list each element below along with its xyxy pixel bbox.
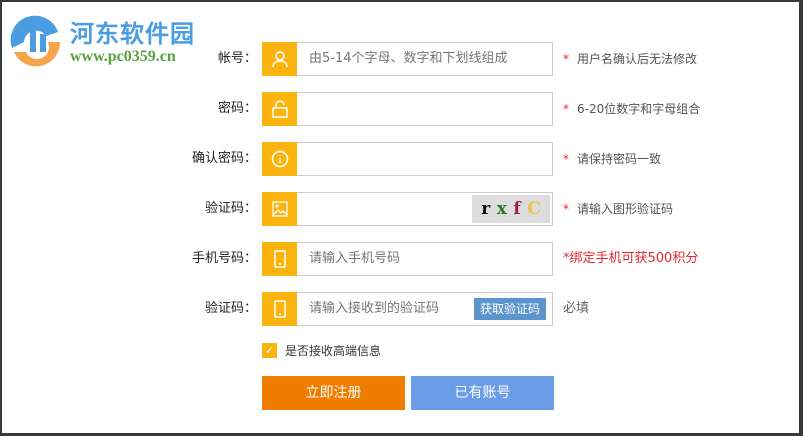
captcha-hint: * 请输入图形验证码 (563, 192, 673, 226)
captcha-char: f (513, 199, 521, 219)
hint-text: 请保持密码一致 (577, 152, 662, 166)
confirm-password-label: 确认密码： (191, 151, 257, 166)
password-field[interactable] (262, 92, 553, 126)
phone-hint: *绑定手机可获500积分 (563, 251, 699, 266)
username-field[interactable] (262, 42, 553, 76)
captcha-char: C (527, 199, 541, 219)
confirm-password-input[interactable] (309, 143, 469, 175)
hint-text: 6-20位数字和字母组合 (577, 102, 701, 116)
sms-code-row: 验证码： 获取验证码 必填 (0, 292, 800, 326)
sms-code-label: 验证码： (204, 301, 257, 316)
user-icon (262, 42, 297, 76)
checkbox-label: 是否接收高端信息 (285, 344, 382, 358)
password-label: 密码： (217, 101, 257, 116)
get-code-button[interactable]: 获取验证码 (474, 298, 546, 320)
phone-label: 手机号码： (191, 251, 257, 266)
confirm-password-hint: * 请保持密码一致 (563, 142, 661, 176)
phone-row: 手机号码： *绑定手机可获500积分 (0, 242, 800, 276)
username-input[interactable] (309, 43, 539, 75)
required-star: * (563, 202, 569, 216)
captcha-image[interactable]: r x f C (472, 195, 550, 223)
sms-code-field[interactable]: 获取验证码 (262, 292, 553, 326)
phone-icon (262, 242, 297, 276)
username-hint: * 用户名确认后无法修改 (563, 42, 697, 76)
username-label: 帐号： (217, 51, 257, 66)
required-star: * (563, 152, 569, 166)
captcha-row: 验证码： r x f C * 请输入图形验证码 (0, 192, 800, 226)
hint-text: 用户名确认后无法修改 (577, 52, 698, 66)
phone-icon (262, 292, 297, 326)
captcha-char: r (481, 199, 491, 219)
sms-code-input[interactable] (309, 293, 469, 325)
password-row: 密码： * 6-20位数字和字母组合 (0, 92, 800, 126)
receive-info-checkbox[interactable]: ✓ 是否接收高端信息 (262, 342, 381, 359)
required-star: * (563, 102, 569, 116)
register-button[interactable]: 立即注册 (262, 376, 405, 410)
lock-icon (262, 92, 297, 126)
phone-field[interactable] (262, 242, 553, 276)
hint-text: 请输入图形验证码 (577, 202, 674, 216)
phone-input[interactable] (309, 243, 469, 275)
captcha-label: 验证码： (204, 201, 257, 216)
confirm-password-field[interactable] (262, 142, 553, 176)
captcha-char: x (496, 199, 507, 219)
have-account-button[interactable]: 已有账号 (411, 376, 554, 410)
captcha-field[interactable]: r x f C (262, 192, 553, 226)
password-hint: * 6-20位数字和字母组合 (563, 92, 700, 126)
sms-code-hint: 必填 (563, 301, 590, 316)
info-icon (262, 142, 297, 176)
captcha-input[interactable] (309, 193, 469, 225)
image-icon (262, 192, 297, 226)
password-input[interactable] (309, 93, 469, 125)
confirm-password-row: 确认密码： * 请保持密码一致 (0, 142, 800, 176)
check-icon[interactable]: ✓ (262, 343, 277, 358)
username-row: 帐号： * 用户名确认后无法修改 (0, 42, 800, 76)
required-star: * (563, 52, 569, 66)
